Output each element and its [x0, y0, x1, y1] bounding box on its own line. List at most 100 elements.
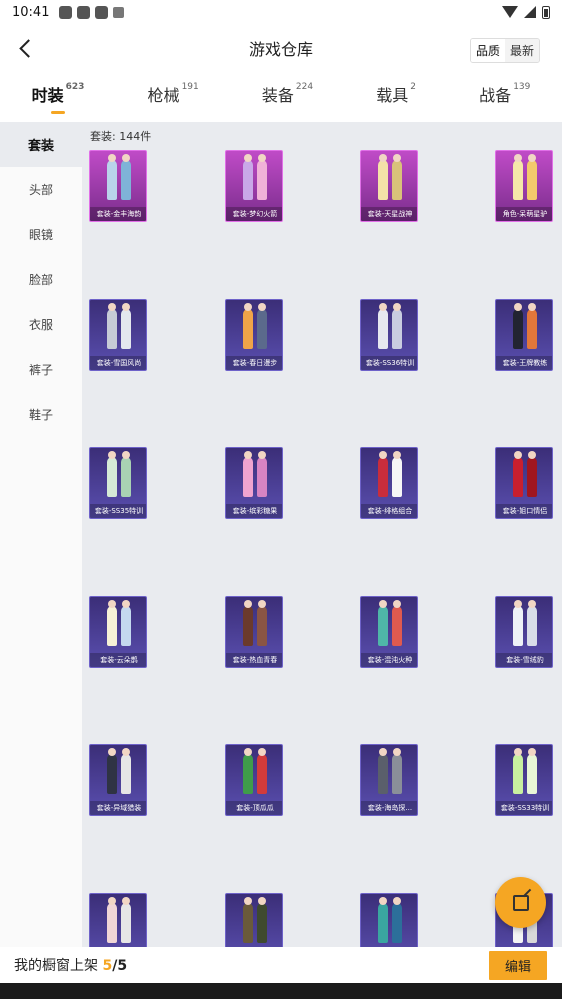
- notification-icon: [59, 5, 73, 19]
- outfit-figure: [107, 154, 117, 200]
- outfit-figure: [107, 451, 117, 497]
- outfit-label: 套装-顶瓜瓜: [226, 801, 282, 815]
- tab-label: 装备: [261, 86, 294, 105]
- outfit-item[interactable]: [89, 893, 147, 947]
- outfit-label: 套装-云朵鹊: [90, 653, 146, 667]
- tab-label: 载具: [376, 86, 409, 105]
- sidebar-item-clothes[interactable]: 衣服: [0, 302, 82, 347]
- outfit-figure: [107, 748, 117, 794]
- battery-icon: [542, 5, 550, 19]
- outfit-item[interactable]: 套装-SS35特训: [89, 447, 147, 519]
- outfit-item[interactable]: 套装-异域猎装: [89, 744, 147, 816]
- outfit-figure: [392, 748, 402, 794]
- outfit-label: 套装-混沌火种: [361, 653, 417, 667]
- outfit-image: [496, 448, 552, 506]
- sort-latest[interactable]: 最新: [504, 39, 539, 62]
- outfit-item[interactable]: 套装-云朵鹊: [89, 596, 147, 668]
- signal-icon: [524, 6, 536, 18]
- outfit-figure: [378, 748, 388, 794]
- outfit-item[interactable]: 套装-顶瓜瓜: [225, 744, 283, 816]
- outfit-image: [226, 894, 282, 947]
- outfit-label: 套装-SS33特训: [496, 801, 552, 815]
- outfit-image: [361, 745, 417, 803]
- sort-toggle[interactable]: 品质 最新: [469, 38, 540, 63]
- item-count: 套装: 144件: [90, 130, 152, 143]
- outfit-item[interactable]: 套装-姐口情侣: [495, 447, 553, 519]
- outfit-item[interactable]: 角色-呆萌星驴: [495, 150, 553, 222]
- outfit-label: 套装-姐口情侣: [496, 504, 552, 518]
- outfit-item[interactable]: 套装-春日漫步: [225, 299, 283, 371]
- outfit-figure: [107, 897, 117, 943]
- tab-equipment[interactable]: 装备 224: [262, 82, 313, 112]
- sort-quality[interactable]: 品质: [470, 39, 505, 62]
- sidebar-item-head[interactable]: 头部: [0, 167, 82, 212]
- sidebar-item-glasses[interactable]: 眼镜: [0, 212, 82, 257]
- share-external-icon-shape: [512, 894, 529, 911]
- outfit-figure: [121, 748, 131, 794]
- outfit-figure: [392, 451, 402, 497]
- tab-gear[interactable]: 战备 139: [479, 82, 530, 112]
- outfit-label: 套装-绯格组合: [361, 504, 417, 518]
- showcase-current: 5: [102, 958, 113, 974]
- outfit-figure: [527, 154, 537, 200]
- outfit-figure: [121, 303, 131, 349]
- outfit-figure: [378, 600, 388, 646]
- showcase-bar: 我的橱窗上架 5/5 编辑: [0, 947, 562, 983]
- outfit-image: [496, 597, 552, 655]
- outfit-figure: [378, 451, 388, 497]
- showcase-label: 我的橱窗上架: [14, 958, 103, 974]
- tab-count: 139: [513, 82, 531, 92]
- outfit-figure: [392, 154, 402, 200]
- outfit-item[interactable]: 套装-缤彩糖果: [225, 447, 283, 519]
- outfit-figure: [257, 303, 267, 349]
- outfit-figure: [243, 303, 253, 349]
- share-external-icon[interactable]: [495, 877, 546, 928]
- outfit-image: [361, 894, 417, 947]
- outfit-image: [361, 448, 417, 506]
- sidebar: 套装 头部 眼镜 脸部 衣服 裤子 鞋子: [0, 122, 82, 947]
- status-bar: 10:41: [0, 0, 562, 24]
- outfit-item[interactable]: 套装-SS36特训: [360, 299, 418, 371]
- outfit-item[interactable]: 套装-天星战神: [360, 150, 418, 222]
- outfit-item[interactable]: [225, 893, 283, 947]
- outfit-label: 角色-呆萌星驴: [496, 207, 552, 221]
- tab-guns[interactable]: 枪械 191: [148, 82, 199, 112]
- tab-fashion[interactable]: 时装 623: [32, 82, 85, 112]
- outfit-item[interactable]: 套装-绯格组合: [360, 447, 418, 519]
- tab-count: 2: [410, 82, 417, 92]
- outfit-image: [90, 151, 146, 209]
- outfit-figure: [513, 748, 523, 794]
- outfit-item[interactable]: 套装-SS33特训: [495, 744, 553, 816]
- outfit-figure: [257, 748, 267, 794]
- status-time: 10:41: [12, 4, 50, 20]
- outfit-figure: [121, 897, 131, 943]
- outfit-item[interactable]: 套装-王牌教练: [495, 299, 553, 371]
- outfit-item[interactable]: 套装-金丰海韵: [89, 150, 147, 222]
- outfit-label: 套装-异域猎装: [90, 801, 146, 815]
- outfit-image: [361, 151, 417, 209]
- outfit-item[interactable]: 套装-海岛探...: [360, 744, 418, 816]
- outfit-item[interactable]: 套装-混沌火种: [360, 596, 418, 668]
- sidebar-item-shoes[interactable]: 鞋子: [0, 392, 82, 437]
- outfit-item[interactable]: 套装-梦幻火箭: [225, 150, 283, 222]
- outfit-image: [226, 745, 282, 803]
- outfit-label: 套装-王牌教练: [496, 356, 552, 370]
- outfit-item[interactable]: 套装-热血青春: [225, 596, 283, 668]
- outfit-item[interactable]: 套装-雪国风尚: [89, 299, 147, 371]
- back-arrow-icon[interactable]: [14, 36, 38, 60]
- sidebar-item-suits[interactable]: 套装: [0, 122, 82, 167]
- outfit-figure: [527, 451, 537, 497]
- outfit-image: [90, 448, 146, 506]
- wifi-icon: [502, 6, 518, 18]
- outfit-label: 套装-雪绒豹: [496, 653, 552, 667]
- app-header: 游戏仓库 品质 最新: [0, 24, 562, 72]
- sidebar-item-pants[interactable]: 裤子: [0, 347, 82, 392]
- outfit-figure: [392, 897, 402, 943]
- edit-button[interactable]: 编辑: [488, 950, 547, 980]
- sidebar-item-face[interactable]: 脸部: [0, 257, 82, 302]
- tab-label: 战备: [479, 86, 512, 105]
- tab-vehicles[interactable]: 载具 2: [376, 82, 416, 112]
- outfit-item[interactable]: 套装-雪绒豹: [495, 596, 553, 668]
- outfit-image: [496, 745, 552, 803]
- outfit-item[interactable]: [360, 893, 418, 947]
